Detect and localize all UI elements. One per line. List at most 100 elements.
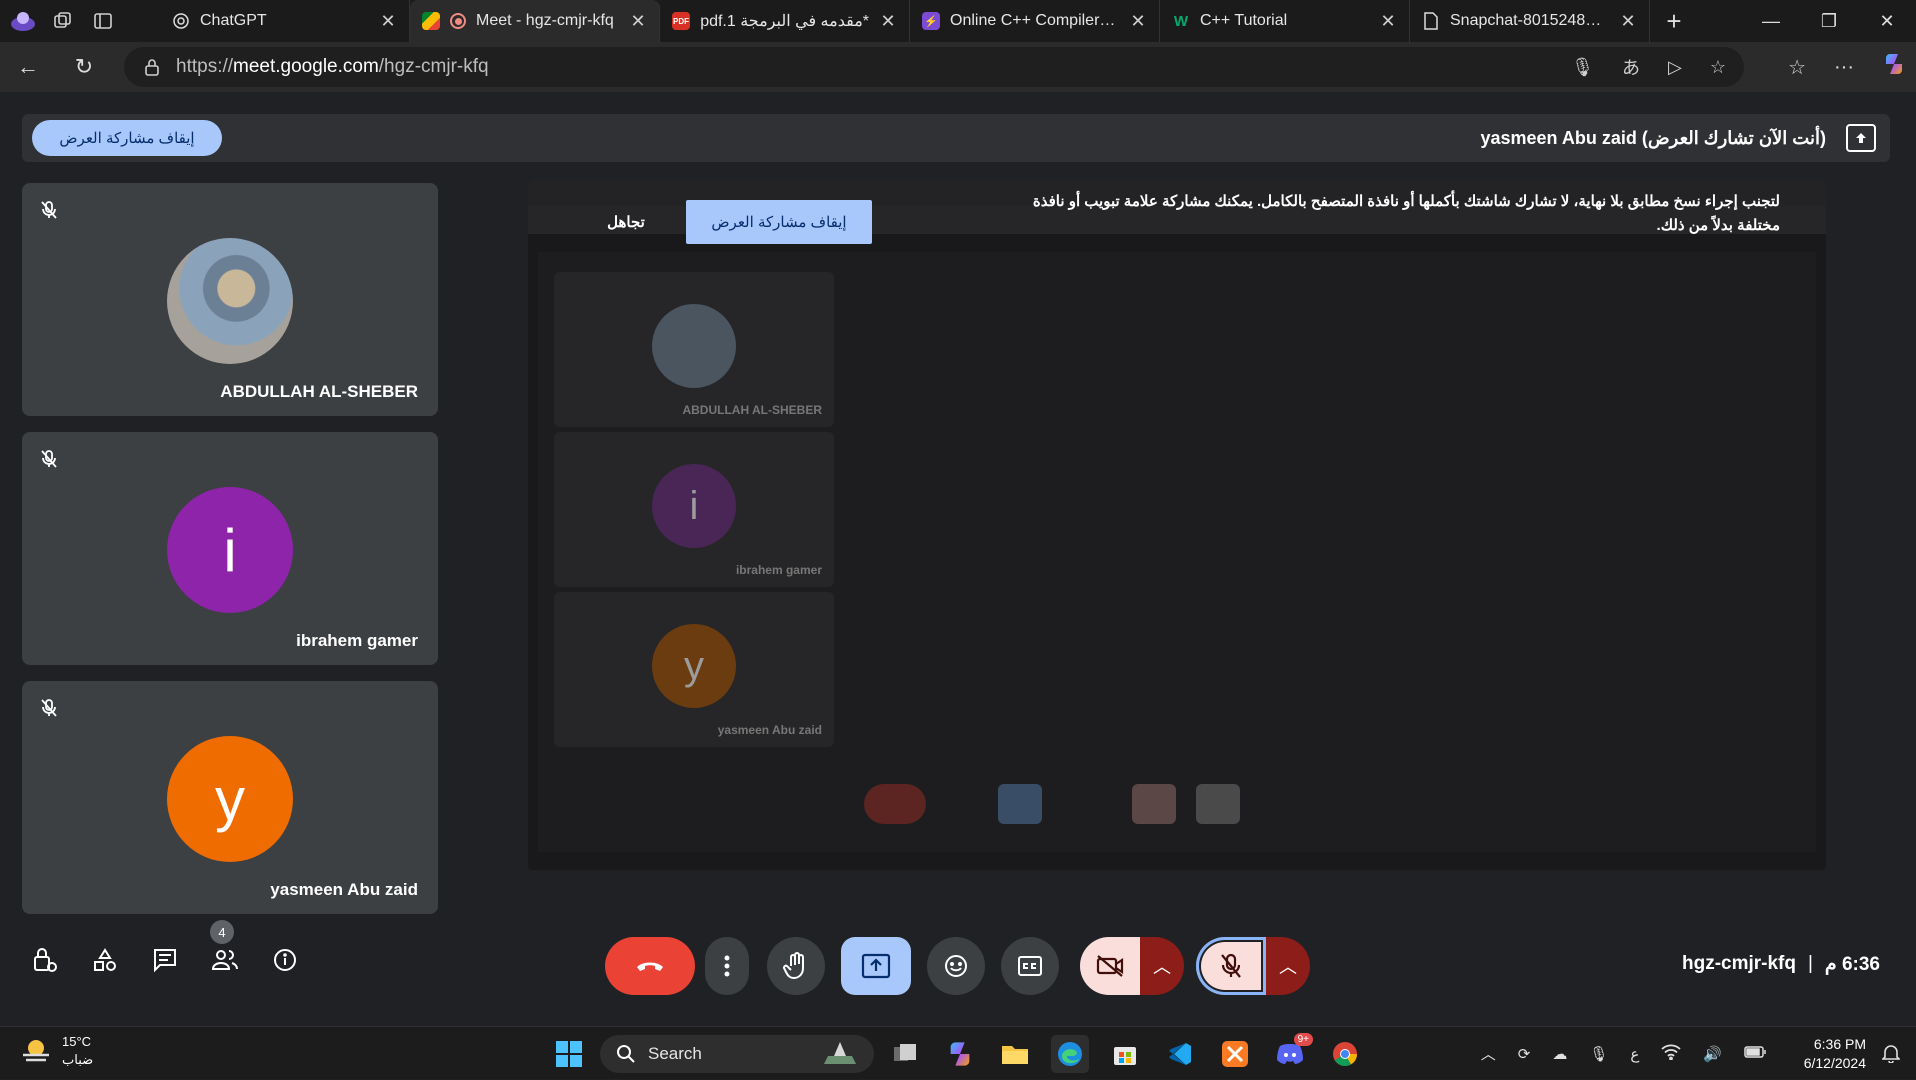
activities-icon[interactable] [90,945,120,975]
back-arrow-icon[interactable]: ← [0,54,56,80]
close-icon[interactable]: ✕ [1379,11,1397,32]
present-screen-icon [861,953,891,979]
tab-title: Meet - hgz-cmjr-kfq [476,12,614,29]
sync-icon[interactable]: ⟳ [1518,1045,1531,1063]
weather-widget[interactable]: 15°C ضباب [20,1033,93,1069]
minimize-icon[interactable]: — [1742,0,1800,42]
microphone-tray-icon[interactable]: 🎙 [1589,1045,1608,1063]
leave-call-button[interactable] [605,937,695,995]
edge-icon[interactable] [1051,1035,1089,1073]
microphone-icon[interactable]: 🎙 [1571,57,1594,78]
people-icon[interactable]: 4 [210,920,240,975]
preview-end-call [864,784,926,824]
participant-tile[interactable]: y yasmeen Abu zaid [22,681,438,914]
close-window-icon[interactable]: ✕ [1858,0,1916,42]
more-options-icon[interactable]: ··· [1834,56,1854,79]
tab-title: Online C++ Compiler - or [950,12,1119,29]
participants-count-badge: 4 [210,920,234,944]
infinite-mirror-warning: لتجنب إجراء نسخ مطابق بلا نهاية، لا تشار… [1032,193,1780,234]
warning-stop-sharing-button[interactable]: إيقاف مشاركة العرض [686,200,872,244]
meeting-tools: 4 [30,920,300,980]
tab-actions-icon[interactable] [90,8,116,34]
input-language[interactable]: ع [1630,1045,1639,1063]
preview-avatar: i [652,464,736,548]
fog-weather-icon [23,1040,49,1062]
participant-photo-avatar [167,238,293,364]
preview-participant-tile: y yasmeen Abu zaid [554,592,834,747]
preview-avatar: y [652,624,736,708]
xampp-icon[interactable] [1216,1035,1254,1073]
preview-participant-name: yasmeen Abu zaid [717,723,822,737]
meeting-time: 6:36 م [1824,953,1880,975]
reactions-button[interactable] [927,937,985,995]
taskbar-search[interactable]: Search [600,1035,874,1073]
tab-cpp-tutorial[interactable]: W C++ Tutorial ✕ [1160,0,1410,42]
tab-meet[interactable]: Meet - hgz-cmjr-kfq ✕ [410,0,660,42]
meet-icon [422,12,440,30]
meeting-info-icon[interactable] [270,945,300,975]
task-view-icon[interactable] [886,1035,924,1073]
chrome-icon[interactable] [1326,1035,1364,1073]
taskbar-clock[interactable]: 6:36 PM 6/12/2024 [1804,1035,1866,1073]
vscode-icon[interactable] [1161,1035,1199,1073]
new-tab-button[interactable]: + [1650,0,1698,42]
warning-ignore-button[interactable]: تجاهل [586,200,666,244]
close-icon[interactable]: ✕ [629,11,647,32]
w3schools-icon: W [1173,12,1189,30]
preview-camera [1132,784,1176,824]
close-icon[interactable]: ✕ [1619,11,1637,32]
windows-taskbar: 15°C ضباب Search 9+ ︿ ⟳ ☁ 🎙 ع 🔊 6:36 PM … [0,1026,1916,1079]
file-explorer-icon[interactable] [996,1035,1034,1073]
camera-toggle-button[interactable] [1080,937,1140,995]
immersive-reader-icon[interactable]: ▷ [1668,57,1682,78]
chat-icon[interactable] [150,945,180,975]
chevron-up-icon: ︿ [1279,957,1297,977]
workspaces-icon[interactable] [50,8,76,34]
wifi-icon[interactable] [1661,1044,1681,1064]
preview-present [998,784,1042,824]
notification-bell-icon[interactable] [1881,1043,1901,1068]
volume-icon[interactable]: 🔊 [1703,1045,1722,1063]
participant-tile[interactable]: i ibrahem gamer [22,432,438,665]
discord-icon[interactable]: 9+ [1271,1033,1313,1073]
mic-options-button[interactable]: ︿ [1266,937,1310,995]
reload-icon[interactable]: ↻ [56,54,112,80]
microsoft-store-icon[interactable] [1106,1035,1144,1073]
battery-icon[interactable] [1744,1045,1766,1062]
close-icon[interactable]: ✕ [1129,11,1147,32]
present-now-button[interactable] [841,937,911,995]
participant-tile[interactable]: ABDULLAH AL-SHEBER [22,183,438,416]
tab-pdf[interactable]: PDF *مقدمه في البرمجة pdf.1 ✕ [660,0,910,42]
hand-icon [783,952,804,980]
onedrive-icon[interactable]: ☁ [1552,1045,1567,1063]
favorite-star-icon[interactable]: ☆ [1710,57,1726,78]
camera-options-button[interactable]: ︿ [1140,937,1184,995]
tab-snapchat-image[interactable]: Snapchat-801524852.jpg ✕ [1410,0,1650,42]
host-controls-icon[interactable] [30,945,60,975]
lock-icon[interactable] [142,58,162,76]
raise-hand-button[interactable] [767,937,825,995]
close-icon[interactable]: ✕ [879,11,897,32]
more-options-button[interactable] [705,937,749,995]
close-icon[interactable]: ✕ [379,11,397,32]
url-prefix: https:// [176,56,234,77]
address-bar[interactable]: https://meet.google.com/hgz-cmjr-kfq 🎙 あ… [124,47,1744,87]
favorites-icon[interactable]: ☆ [1788,55,1806,80]
participant-name: yasmeen Abu zaid [270,880,418,899]
restore-icon[interactable]: ❐ [1800,0,1858,42]
profile-avatar-icon[interactable] [10,8,36,34]
tab-compiler[interactable]: ⚡ Online C++ Compiler - or ✕ [910,0,1160,42]
stop-presenting-button[interactable]: إيقاف مشاركة العرض [32,120,222,156]
tab-bar-left-tools [0,0,160,42]
translate-icon[interactable]: あ [1622,54,1640,80]
start-button[interactable] [550,1035,588,1073]
chevron-up-icon: ︿ [1153,957,1171,977]
tab-chatgpt[interactable]: ChatGPT ✕ [160,0,410,42]
captions-button[interactable] [1001,937,1059,995]
show-hidden-icons-chevron-icon[interactable]: ︿ [1481,1043,1496,1064]
copilot-app-icon[interactable] [941,1035,979,1073]
clock-date: 6/12/2024 [1803,1055,1866,1071]
mic-toggle-button[interactable] [1196,937,1266,995]
search-label: Search [648,1044,702,1063]
copilot-icon[interactable] [1882,52,1906,82]
